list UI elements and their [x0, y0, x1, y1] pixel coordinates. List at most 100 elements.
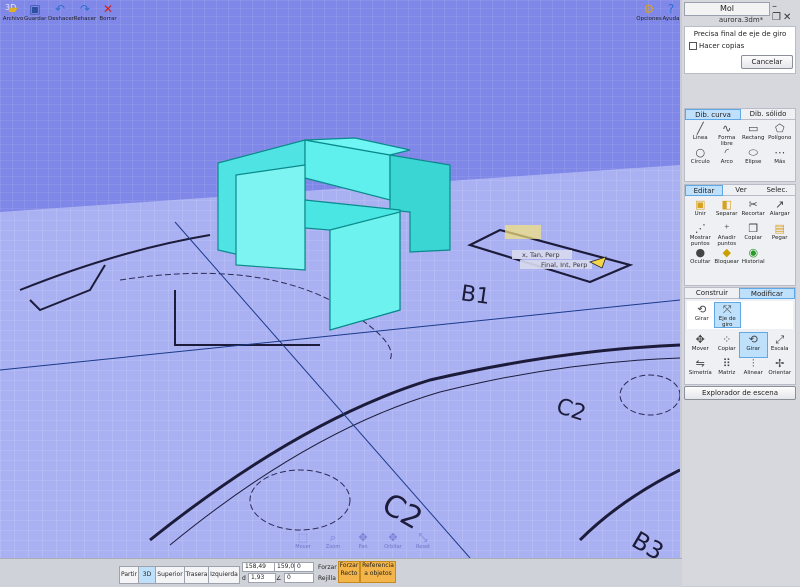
lock-tool[interactable]: ◆ Bloquear	[714, 246, 741, 270]
show-points-tool[interactable]: ⋰ Mostrar puntos	[687, 222, 714, 247]
view-top-button[interactable]: Superior	[155, 566, 185, 584]
history-icon: ◉	[748, 246, 759, 259]
tool-label: Círculo	[690, 159, 710, 165]
snap-force-label[interactable]: Forzar	[318, 564, 337, 571]
rotate-sub-tool[interactable]: ⟲ Girar	[689, 303, 715, 327]
viewport-orbit-button[interactable]: ✥ Orbitar	[382, 531, 404, 551]
history-tool[interactable]: ◉ Historial	[740, 246, 767, 270]
line-tool[interactable]: ╱ Línea	[687, 122, 714, 146]
delete-button[interactable]: ✕ Borrar	[98, 2, 118, 22]
viewport-mover-button[interactable]: ⬚ Mover	[292, 532, 314, 551]
move-tool[interactable]: ✥ Mover	[687, 333, 714, 357]
button-label: Rehacer	[73, 16, 97, 22]
file-button[interactable]: ▰ Archivo	[2, 2, 24, 22]
join-tool[interactable]: ▣ Unir	[687, 198, 714, 222]
add-points-tool[interactable]: ⁺ Añadir puntos	[714, 222, 741, 247]
circle-tool[interactable]: ○ Círculo	[687, 146, 714, 170]
view-3d-button[interactable]: 3D	[138, 566, 156, 584]
viewport-nav: ⬚ Mover ⌕ Zoom ✥ Pan ✥ Orbitar ⤡ Reset	[292, 531, 434, 551]
freeform-icon: ∿	[722, 122, 732, 135]
freeform-tool[interactable]: ∿ Forma libre	[714, 122, 741, 147]
arc-tool[interactable]: ◜ Arco	[714, 146, 741, 170]
viewport-zoom-button[interactable]: ⌕ Zoom	[322, 532, 344, 551]
mirror-icon: ⇋	[695, 357, 705, 370]
nav-label: Orbitar	[384, 544, 402, 550]
object-snap-toggle[interactable]: Referencia a objetos	[360, 561, 396, 583]
view-back-button[interactable]: Trasera	[184, 566, 209, 584]
distance-field[interactable]: 1,93	[248, 573, 276, 583]
coord-y-field[interactable]: 159,09	[274, 562, 298, 572]
add-points-icon: ⁺	[723, 222, 730, 235]
rotate-tool[interactable]: ⟲ Girar	[739, 332, 768, 358]
toggle-line: Forzar	[339, 562, 359, 569]
snap-marker	[505, 225, 541, 239]
tab-draw-curve[interactable]: Dib. curva	[685, 109, 741, 120]
view-split-button[interactable]: Partir	[119, 566, 139, 584]
align-tool[interactable]: ⫶ Alinear	[740, 357, 767, 381]
hide-tool[interactable]: ● Ocultar	[687, 246, 714, 270]
tool-label: Mover	[691, 346, 709, 352]
help-icon: ?	[667, 2, 675, 16]
rotate-icon: ⟲	[697, 303, 707, 316]
more-icon: ⋯	[774, 146, 786, 159]
help-button[interactable]: ? Ayuda	[662, 2, 680, 22]
3d-viewport[interactable]: B1 C2 C2 B3 x, Tan, Perp Final, Int, Per…	[0, 0, 680, 558]
polygon-tool[interactable]: ⬠ Polígono	[767, 122, 794, 146]
extend-tool[interactable]: ↗ Alargar	[767, 198, 794, 222]
file-name: aurora.3dm*	[718, 16, 764, 24]
copy-checkbox[interactable]: Hacer copias	[689, 42, 744, 50]
tab-edit[interactable]: Editar	[685, 185, 723, 196]
rectangle-icon: ▭	[748, 122, 759, 135]
polygon-icon: ⬠	[774, 122, 785, 135]
nav-label: Pan	[358, 544, 368, 550]
scale-tool[interactable]: ⤢ Escala	[767, 333, 794, 357]
tab-select[interactable]: Selec.	[759, 185, 795, 196]
coord-z-field[interactable]: 0	[294, 562, 314, 572]
copy-transform-tool[interactable]: ⁘ Copiar	[714, 333, 741, 357]
options-button[interactable]: ⚙ Opciones	[636, 2, 662, 22]
viewport-canvas: B1 C2 C2 B3 x, Tan, Perp Final, Int, Per…	[0, 0, 680, 558]
separate-tool[interactable]: ◧ Separar	[714, 198, 741, 222]
tab-draw-solid[interactable]: Dib. sólido	[741, 109, 795, 120]
viewport-reset-button[interactable]: ⤡ Reset	[412, 532, 434, 551]
mirror-tool[interactable]: ⇋ Simetría	[687, 357, 714, 381]
tool-label: Línea	[692, 135, 708, 141]
tool-label: Alinear	[743, 370, 763, 376]
coord-x-field[interactable]: 158,49	[242, 562, 276, 572]
checkbox-box[interactable]	[689, 42, 697, 50]
tab-build[interactable]: Construir	[685, 288, 739, 299]
tab-modify[interactable]: Modificar	[739, 288, 795, 299]
tool-label: Alargar	[769, 211, 790, 217]
orient-tool[interactable]: ✢ Orientar	[767, 357, 794, 381]
array-tool[interactable]: ⠿ Matriz	[714, 357, 741, 381]
axis-rotate-tool[interactable]: ⤧ Eje de giro	[713, 302, 741, 328]
cancel-button[interactable]: Cancelar	[741, 55, 793, 69]
rotate-icon: ⟲	[748, 333, 758, 346]
more-tool[interactable]: ⋯ Más	[767, 146, 794, 170]
view-left-button[interactable]: Izquierda	[208, 566, 240, 584]
minimize-icon[interactable]: –	[772, 1, 779, 12]
scene-explorer-button[interactable]: Explorador de escena	[684, 386, 796, 400]
show-points-icon: ⋰	[694, 222, 706, 235]
grid-snap-toggle[interactable]: Rejilla	[318, 575, 336, 582]
orbit-icon: ✥	[388, 531, 398, 544]
toggle-line: a objetos	[364, 570, 392, 577]
save-button[interactable]: ▣ Guardar	[24, 2, 46, 22]
rectangle-tool[interactable]: ▭ Rectang	[740, 122, 767, 146]
tool-label: Ocultar	[690, 259, 711, 265]
undo-button[interactable]: ↶ Deshacer	[48, 2, 74, 22]
tab-view[interactable]: Ver	[723, 185, 759, 196]
tool-label: Recortar	[741, 211, 765, 217]
line-icon: ╱	[696, 122, 704, 135]
paste-tool[interactable]: ▤ Pegar	[767, 222, 794, 246]
copy-tool[interactable]: ❐ Copiar	[740, 222, 767, 246]
ellipse-tool[interactable]: ⬭ Elipse	[740, 146, 767, 170]
viewport-pan-button[interactable]: ✥ Pan	[352, 532, 374, 551]
straight-snap-toggle[interactable]: Forzar Recto	[338, 561, 360, 583]
nav-label: Mover	[295, 544, 311, 550]
trim-tool[interactable]: ✂ Recortar	[740, 198, 767, 222]
angle-field[interactable]: 0	[284, 573, 314, 583]
redo-button[interactable]: ↷ Rehacer	[73, 2, 97, 22]
orient-icon: ✢	[775, 357, 785, 370]
button-label: Archivo	[2, 16, 24, 22]
